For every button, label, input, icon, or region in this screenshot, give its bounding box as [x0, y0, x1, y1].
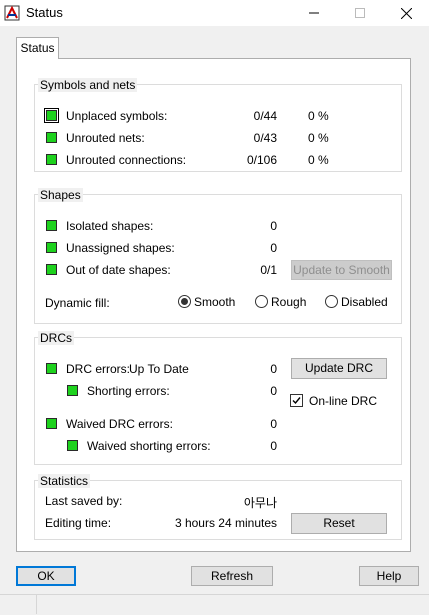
label-unplaced-symbols: Unplaced symbols:	[66, 109, 168, 123]
radio-disabled[interactable]	[325, 295, 338, 308]
radio-smooth[interactable]	[178, 295, 191, 308]
checkmark-icon	[292, 397, 301, 405]
label-unrouted-connections: Unrouted connections:	[66, 153, 187, 167]
value-waived-shorting-errors: 0	[270, 439, 277, 453]
app-icon	[4, 5, 20, 21]
label-last-saved-by: Last saved by:	[45, 494, 123, 508]
title-bar: Status	[0, 0, 429, 26]
label-online-drc: On-line DRC	[309, 394, 378, 408]
status-indicator-unplaced[interactable]	[44, 108, 59, 123]
value-out-of-date-shapes: 0/1	[260, 263, 277, 277]
online-drc-checkbox[interactable]	[290, 394, 303, 407]
reset-button[interactable]: Reset	[291, 513, 387, 534]
group-title-statistics: Statistics	[38, 474, 91, 488]
drc-status-text: Up To Date	[129, 362, 189, 376]
tab-status[interactable]: Status	[16, 37, 59, 59]
value-isolated-shapes: 0	[270, 219, 277, 233]
label-smooth: Smooth	[194, 295, 236, 309]
value-unplaced-symbols: 0/44	[253, 109, 277, 123]
label-disabled: Disabled	[341, 295, 388, 309]
label-drc-errors: DRC errors:	[66, 362, 131, 376]
radio-selected-dot	[181, 298, 188, 305]
status-indicator-waived-shorting[interactable]	[67, 440, 78, 451]
status-bar-divider	[36, 595, 37, 614]
pct-unplaced-symbols: 0 %	[308, 109, 329, 123]
status-indicator-isolated[interactable]	[46, 220, 57, 231]
group-title-shapes: Shapes	[38, 188, 83, 202]
value-unassigned-shapes: 0	[270, 241, 277, 255]
value-editing-time: 3 hours 24 minutes	[174, 516, 277, 530]
refresh-button[interactable]: Refresh	[191, 566, 273, 586]
status-bar	[0, 594, 429, 615]
value-drc-errors: 0	[270, 362, 277, 376]
value-unrouted-nets: 0/43	[253, 131, 277, 145]
ok-button[interactable]: OK	[16, 566, 76, 586]
pct-unrouted-connections: 0 %	[308, 153, 329, 167]
window-title: Status	[26, 5, 63, 20]
radio-rough[interactable]	[255, 295, 268, 308]
group-title-symbols-nets: Symbols and nets	[38, 78, 138, 92]
status-indicator-unrouted-connections[interactable]	[46, 154, 57, 165]
help-button[interactable]: Help	[359, 566, 419, 586]
close-icon	[400, 7, 412, 19]
value-shorting-errors: 0	[270, 384, 277, 398]
status-indicator-out-of-date[interactable]	[46, 264, 57, 275]
label-out-of-date-shapes: Out of date shapes:	[66, 263, 171, 277]
update-drc-button[interactable]: Update DRC	[291, 358, 387, 379]
status-indicator-shorting-errors[interactable]	[67, 385, 78, 396]
close-button[interactable]	[383, 0, 429, 26]
label-isolated-shapes: Isolated shapes:	[66, 219, 154, 233]
label-dynamic-fill: Dynamic fill:	[45, 296, 110, 310]
minimize-icon	[309, 12, 319, 14]
label-rough: Rough	[271, 295, 307, 309]
update-to-smooth-button[interactable]: Update to Smooth	[291, 260, 392, 280]
value-last-saved-by: 아무나	[243, 496, 277, 510]
label-unassigned-shapes: Unassigned shapes:	[66, 241, 175, 255]
status-indicator-waived-drc[interactable]	[46, 418, 57, 429]
value-unrouted-connections: 0/106	[246, 153, 277, 167]
pct-unrouted-nets: 0 %	[308, 131, 329, 145]
label-unrouted-nets: Unrouted nets:	[66, 131, 145, 145]
group-title-drcs: DRCs	[38, 331, 74, 345]
maximize-icon	[355, 8, 365, 18]
label-waived-drc-errors: Waived DRC errors:	[66, 417, 173, 431]
status-indicator-unrouted-nets[interactable]	[46, 132, 57, 143]
label-waived-shorting-errors: Waived shorting errors:	[87, 439, 211, 453]
minimize-button[interactable]	[291, 0, 337, 26]
value-waived-drc-errors: 0	[270, 417, 277, 431]
status-indicator-drc-errors[interactable]	[46, 363, 57, 374]
label-shorting-errors: Shorting errors:	[87, 384, 170, 398]
status-indicator-unassigned[interactable]	[46, 242, 57, 253]
label-editing-time: Editing time:	[45, 516, 112, 530]
maximize-button[interactable]	[337, 0, 383, 26]
